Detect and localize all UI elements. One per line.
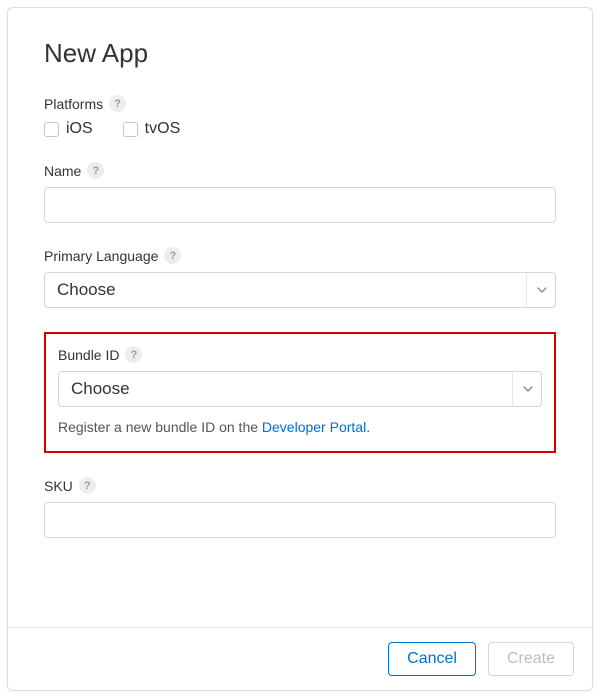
- bundle-id-help-text: Register a new bundle ID on the Develope…: [58, 419, 542, 435]
- bundle-id-value: Choose: [71, 379, 130, 399]
- platforms-label: Platforms: [44, 96, 103, 112]
- primary-language-label: Primary Language: [44, 248, 158, 264]
- dialog-title: New App: [44, 38, 556, 69]
- name-label: Name: [44, 163, 81, 179]
- primary-language-value: Choose: [57, 280, 116, 300]
- bundle-id-select[interactable]: Choose: [58, 371, 542, 407]
- primary-language-select[interactable]: Choose: [44, 272, 556, 308]
- create-button[interactable]: Create: [488, 642, 574, 676]
- sku-field: SKU ?: [44, 477, 556, 538]
- platform-ios-label: iOS: [66, 120, 93, 138]
- name-field: Name ?: [44, 162, 556, 223]
- checkbox-tvos[interactable]: [123, 122, 138, 137]
- help-icon[interactable]: ?: [125, 346, 142, 363]
- bundle-id-help-suffix: .: [366, 419, 370, 435]
- name-input[interactable]: [44, 187, 556, 223]
- bundle-id-highlight: Bundle ID ? Choose Register a new bundle…: [44, 332, 556, 453]
- platforms-field: Platforms ? iOS tvOS: [44, 95, 556, 138]
- checkbox-ios[interactable]: [44, 122, 59, 137]
- bundle-id-label: Bundle ID: [58, 347, 119, 363]
- help-icon[interactable]: ?: [79, 477, 96, 494]
- dialog-footer: Cancel Create: [8, 627, 592, 690]
- help-icon[interactable]: ?: [87, 162, 104, 179]
- bundle-id-help-prefix: Register a new bundle ID on the: [58, 419, 262, 435]
- sku-label: SKU: [44, 478, 73, 494]
- primary-language-field: Primary Language ? Choose: [44, 247, 556, 308]
- bundle-id-field: Bundle ID ? Choose Register a new bundle…: [58, 346, 542, 435]
- developer-portal-link[interactable]: Developer Portal: [262, 419, 366, 435]
- help-icon[interactable]: ?: [164, 247, 181, 264]
- sku-input[interactable]: [44, 502, 556, 538]
- platform-tvos-option[interactable]: tvOS: [123, 120, 181, 138]
- platform-ios-option[interactable]: iOS: [44, 120, 93, 138]
- dialog-body: New App Platforms ? iOS tvOS Name: [8, 8, 592, 627]
- new-app-dialog: New App Platforms ? iOS tvOS Name: [7, 7, 593, 691]
- cancel-button[interactable]: Cancel: [388, 642, 476, 676]
- platform-tvos-label: tvOS: [145, 120, 181, 138]
- help-icon[interactable]: ?: [109, 95, 126, 112]
